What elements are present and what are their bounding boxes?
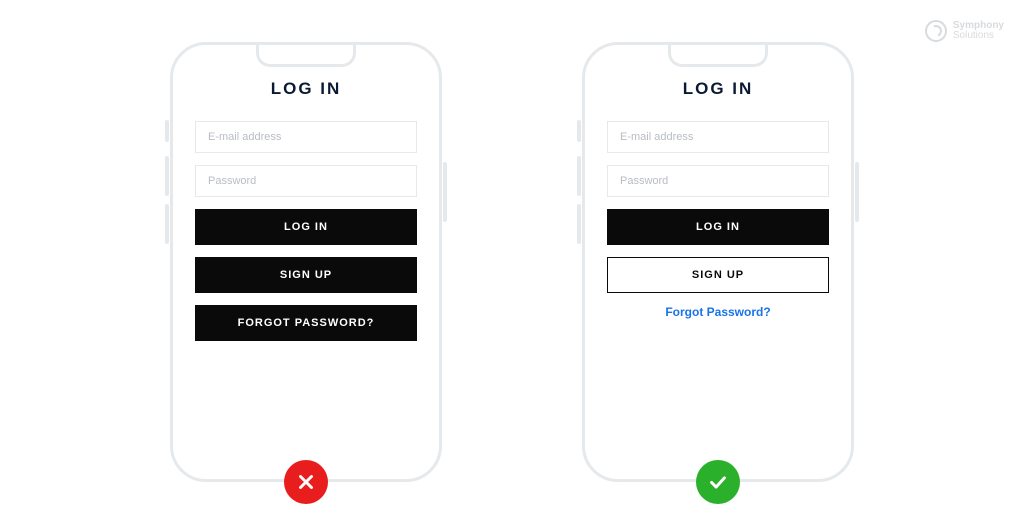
phone-notch-icon — [256, 45, 356, 67]
brand-text: Symphony Solutions — [953, 21, 1004, 42]
phone-side-button-icon — [577, 120, 581, 142]
signup-button[interactable]: SIGN UP — [195, 257, 417, 293]
brand-line1: Symphony — [953, 20, 1004, 31]
phone-side-button-icon — [443, 162, 447, 222]
email-field[interactable] — [607, 121, 829, 153]
phone-side-button-icon — [577, 204, 581, 244]
login-screen-good: LOG IN LOG IN SIGN UP Forgot Password? — [607, 79, 829, 479]
login-screen-bad: LOG IN LOG IN SIGN UP FORGOT PASSWORD? — [195, 79, 417, 479]
signup-button[interactable]: SIGN UP — [607, 257, 829, 293]
brand-line2: Solutions — [953, 30, 994, 41]
phone-notch-icon — [668, 45, 768, 67]
comparison-canvas: LOG IN LOG IN SIGN UP FORGOT PASSWORD? L… — [0, 0, 1024, 482]
page-title: LOG IN — [607, 79, 829, 99]
login-button[interactable]: LOG IN — [195, 209, 417, 245]
phone-side-button-icon — [165, 156, 169, 196]
brand-watermark: Symphony Solutions — [925, 20, 1004, 42]
phone-side-button-icon — [165, 120, 169, 142]
phone-mockup-bad: LOG IN LOG IN SIGN UP FORGOT PASSWORD? — [170, 42, 442, 482]
phone-frame: LOG IN LOG IN SIGN UP FORGOT PASSWORD? — [170, 42, 442, 482]
cross-icon — [295, 471, 317, 493]
phone-side-button-icon — [577, 156, 581, 196]
check-icon — [707, 471, 729, 493]
brand-mark-icon — [925, 20, 947, 42]
forgot-password-button[interactable]: FORGOT PASSWORD? — [195, 305, 417, 341]
phone-side-button-icon — [855, 162, 859, 222]
login-button[interactable]: LOG IN — [607, 209, 829, 245]
phone-frame: LOG IN LOG IN SIGN UP Forgot Password? — [582, 42, 854, 482]
forgot-password-link[interactable]: Forgot Password? — [607, 305, 829, 319]
phone-side-button-icon — [165, 204, 169, 244]
page-title: LOG IN — [195, 79, 417, 99]
phone-mockup-good: LOG IN LOG IN SIGN UP Forgot Password? — [582, 42, 854, 482]
status-badge-incorrect — [284, 460, 328, 504]
password-field[interactable] — [195, 165, 417, 197]
email-field[interactable] — [195, 121, 417, 153]
password-field[interactable] — [607, 165, 829, 197]
status-badge-correct — [696, 460, 740, 504]
